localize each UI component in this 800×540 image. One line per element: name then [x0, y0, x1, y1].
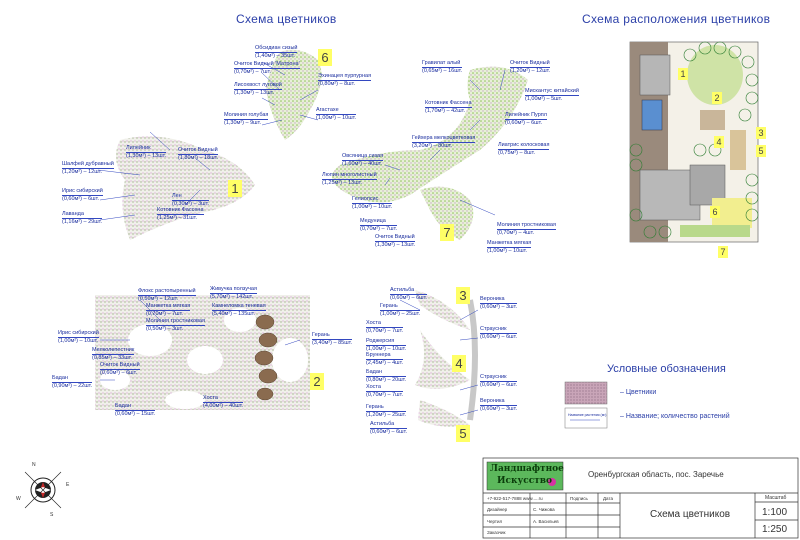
bed-number-6: 6	[318, 49, 332, 66]
stamp-scale-1: 1:100	[762, 507, 788, 518]
label-b345-6: Хоста (0,70м²) – 7шт.	[366, 384, 404, 398]
logo-line-1: Ландшафтное	[490, 464, 564, 474]
label-b345-5: Бадан (0,80м²) – 20шт.	[366, 369, 407, 383]
stamp-scale-label: Масштаб	[765, 495, 787, 501]
stamp-scale-2: 1:250	[762, 524, 788, 535]
stamp-contacts: +7-922-517-7888 www.....ru	[487, 496, 543, 501]
stamp-location: Оренбургская область, пос. Заречье	[588, 470, 724, 479]
plan-number-3: 3	[756, 127, 766, 139]
label-b1-0: Лилейник (1,30м²) – 13шт.	[126, 145, 167, 159]
label-b7-0: Гравилат алый (0,65м²) – 16шт.	[422, 60, 463, 74]
label-b7-10: Медуница (0,70м²) – 7шт.	[360, 218, 398, 232]
plan-number-5: 5	[756, 145, 766, 157]
label-b345-1: Герань (1,00м²) – 25шт.	[380, 303, 421, 317]
compass-e: E	[66, 482, 70, 488]
compass-w: W	[16, 496, 21, 502]
label-b2-2: Манжетка мягкая (0,70м²) – 7шт.	[146, 303, 191, 317]
label-b345-2: Хоста (0,70м²) – 7шт.	[366, 320, 404, 334]
stamp-name-2: А. Васильев	[533, 519, 559, 524]
label-b345-10: Вероника (0,60м²) – 3шт.	[480, 398, 518, 412]
label-b2-10: Хоста (4,00м²) – 40шт.	[203, 395, 244, 409]
label-b2-4: Молиния тростниковая (0,50м²) – 3шт.	[146, 318, 205, 332]
site-plan	[629, 41, 759, 243]
label-b1-5: Котовник Фассена (1,25м²) – 31шт.	[157, 207, 204, 221]
label-b1-2: Шалфей дубравный (1,20м²) – 12шт.	[62, 161, 114, 175]
legend-sample-label: Название растения (м²)	[568, 413, 607, 417]
label-b7-12: Молиния тростниковая (0,70м²) – 4шт.	[497, 222, 556, 236]
label-b2-5: Ирис сибирский (1,00м²) – 10шт.	[58, 330, 99, 344]
plan-number-7: 7	[718, 246, 728, 258]
stamp-role-3: Заказчик	[487, 530, 506, 535]
bed-number-5: 5	[456, 425, 470, 442]
label-b2-11: Бадан (0,60м²) – 15шт.	[115, 403, 156, 417]
label-b345-12: Астильба (0,60м²) – 6шт.	[370, 421, 408, 435]
label-b345-8: Страусник (0,60м²) – 6шт.	[480, 326, 518, 340]
plan-number-2: 2	[712, 92, 722, 104]
label-b6-4: Молиния голубая (1,30м²) – 9шт.	[224, 112, 269, 126]
stamp-col-sign: Подпись	[570, 496, 588, 501]
stamp-col-date: Дата	[603, 496, 613, 501]
label-b7-2: Мискантус китайский (1,00м²) – 5шт.	[525, 88, 579, 102]
label-b7-3: Котовник Фассена (1,70м²) – 42шт.	[425, 100, 472, 114]
label-b7-7: Овсяница сизая (1,60м²) – 40шт.	[342, 153, 384, 167]
label-b345-11: Герань (1,20м²) – 25шт.	[366, 404, 407, 418]
bed-number-4: 4	[452, 355, 466, 372]
label-b2-3: Камнеломка теневая (5,40м²) – 135шт.	[212, 303, 266, 317]
plan-number-1: 1	[678, 68, 688, 80]
label-b345-3: Роджерсия (1,00м²) – 10шт.	[366, 338, 407, 352]
label-b345-9: Страусник (0,60м²) – 6шт.	[480, 374, 518, 388]
label-b7-13: Манжетка мягкая (1,00м²) – 10шт.	[487, 240, 532, 254]
compass-s: S	[50, 512, 54, 518]
label-b6-0: Обсидиан сизый (1,40м²) – 35шт.	[255, 45, 298, 59]
bed-number-3: 3	[456, 287, 470, 304]
stamp-sheet-title: Схема цветников	[650, 509, 731, 520]
bed-number-1: 1	[228, 180, 242, 197]
legend-bed-swatch	[564, 381, 608, 405]
stamp-role-1: Дизайнер	[487, 507, 508, 512]
label-b7-11: Очиток Видный (1,30м²) – 13шт.	[375, 234, 416, 248]
bed-5-shape	[418, 400, 470, 427]
plan-number-4: 4	[714, 136, 724, 148]
flowerbeds-title: Схема цветников	[236, 12, 337, 26]
label-b7-8: Люпин многолистный (1,25м²) – 13шт.	[322, 172, 377, 186]
label-b7-5: Гейхера мелкоцветковая (3,20м²) – 80шт.	[412, 135, 476, 149]
label-b7-1: Очиток Видный (1,20м²) – 12шт.	[510, 60, 551, 74]
legend-item-beds: – Цветники	[620, 389, 657, 396]
label-b6-1: Очиток Видный 'Матрона' (0,70м²) – 7шт.	[234, 61, 300, 75]
label-b6-3: Лисохвост луговой (1,30м²) – 13шт.	[234, 82, 282, 96]
label-b7-9: Гелиопсис (1,00м²) – 10шт.	[352, 196, 393, 210]
legend-title: Условные обозначения	[607, 363, 726, 375]
logo-line-2: Искусство	[497, 476, 553, 486]
label-b1-6: Лаванда (1,16м²) – 29шт.	[62, 211, 103, 225]
label-b2-7: Мелколепестник (0,85м²) – 33шт.	[92, 347, 135, 361]
label-b6-2: Эхинацея пурпурная (0,80м²) – 8шт.	[318, 73, 372, 87]
site-plan-title: Схема расположения цветников	[582, 12, 771, 26]
bed-number-2: 2	[310, 373, 324, 390]
compass-rose	[24, 471, 62, 509]
label-b2-1: Живучка ползучая (5,70м²) – 142шт.	[210, 286, 257, 300]
label-b2-6: Герань (3,40м²) – 85шт.	[312, 332, 353, 346]
label-b2-8: Очиток Видный (0,60м²) – 6шт.	[100, 362, 140, 376]
stamp-role-2: Чертил	[487, 519, 503, 524]
label-b1-4: Лен (0,30м²) – 3шт.	[172, 193, 210, 207]
bed-number-7: 7	[440, 224, 454, 241]
label-b1-1: Очиток Видный (1,80м²) – 18шт.	[178, 147, 219, 161]
label-b345-7: Вероника (0,60м²) – 3шт.	[480, 296, 518, 310]
label-b2-9: Бадан (0,90м²) – 22шт.	[52, 375, 93, 389]
label-b345-0: Астильба (0,60м²) – 6шт.	[390, 287, 428, 301]
label-b2-0: Флокс растопыренный (0,50м²) – 12шт.	[138, 288, 196, 302]
compass-n: N	[32, 462, 36, 468]
label-b345-4: Бруннера (2,45м²) – 4шт.	[366, 352, 404, 366]
label-b6-5: Агастахе (1,00м²) – 10шт.	[316, 107, 357, 121]
label-b1-3: Ирис сибирский (0,60м²) – 6шт.	[62, 188, 103, 202]
legend-item-labels: – Название; количество растений	[620, 413, 730, 420]
label-b7-4: Лилейник Пурпл (0,60м²) – 6шт.	[505, 112, 547, 126]
drawing-canvas	[24, 41, 799, 539]
stamp-name-1: С. Чижова	[533, 507, 555, 512]
label-b7-6: Лиатрис колосковая (0,75м²) – 8шт.	[498, 142, 550, 156]
plan-number-6: 6	[710, 206, 720, 218]
